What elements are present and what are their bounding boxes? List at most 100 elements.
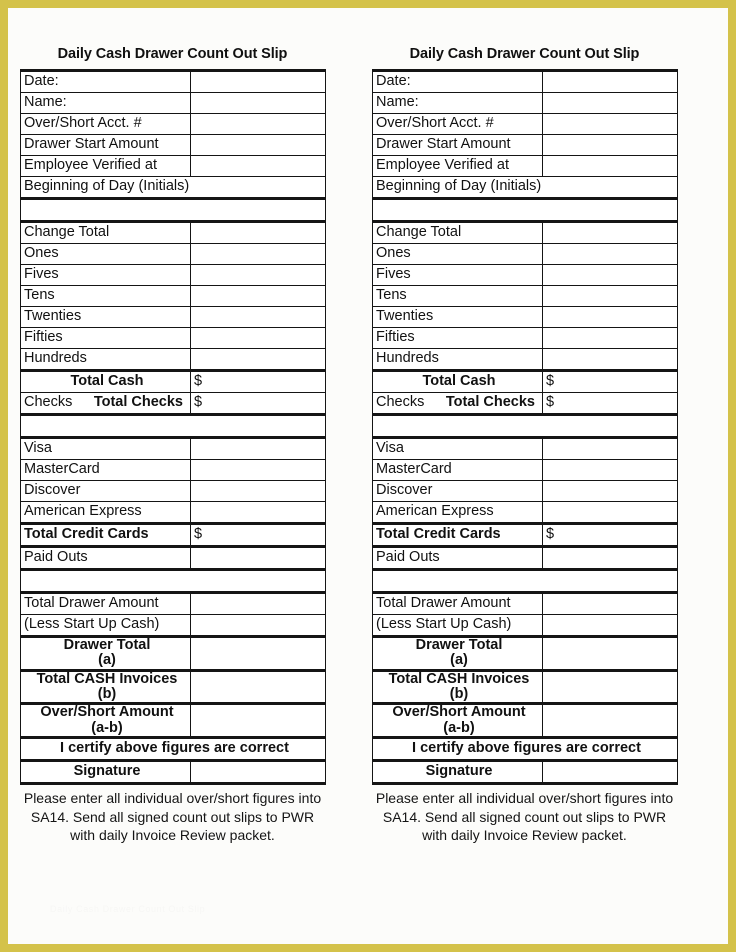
table-row: Drawer Start Amount: [20, 134, 326, 156]
row-label-signature: Signature: [20, 760, 191, 786]
row-value-drawer-start-amount[interactable]: [542, 134, 678, 156]
row-value-change-total[interactable]: [190, 221, 326, 244]
row-label-beginning-of-day-initials: Beginning of Day (Initials): [372, 176, 678, 200]
row-value-fives[interactable]: [542, 264, 678, 286]
row-label-total-drawer-amount: Total Drawer Amount: [20, 592, 191, 615]
row-value-employee-verified[interactable]: [542, 155, 678, 177]
table-row: MasterCard: [372, 459, 678, 481]
row-label-fives: Fives: [20, 264, 191, 286]
row-value-total-drawer-amount[interactable]: [190, 592, 326, 615]
row-label-drawer-total: Drawer Total (a): [372, 636, 543, 672]
row-label-hundreds: Hundreds: [372, 348, 543, 372]
row-value-american-express[interactable]: [190, 501, 326, 525]
row-value-total-credit-cards[interactable]: $: [190, 523, 326, 548]
row-value-hundreds[interactable]: [190, 348, 326, 372]
row-value-mastercard[interactable]: [190, 459, 326, 481]
row-label-over-short-acct: Over/Short Acct. #: [20, 113, 191, 135]
row-value-ones[interactable]: [190, 243, 326, 265]
row-label-visa: Visa: [20, 437, 191, 460]
row-value-paid-outs[interactable]: [542, 546, 678, 571]
row-value-date[interactable]: [190, 69, 326, 93]
row-value-drawer-total[interactable]: [190, 636, 326, 672]
row-value-total-cash-invoices[interactable]: [190, 669, 326, 706]
row-value-visa[interactable]: [542, 437, 678, 460]
row-value-total-checks[interactable]: $: [542, 392, 678, 416]
total-cash-invoices-line1: Total CASH Invoices: [36, 670, 178, 687]
row-value-signature[interactable]: [190, 760, 326, 786]
row-label-paid-outs: Paid Outs: [372, 546, 543, 571]
count-out-slip-left: Daily Cash Drawer Count Out Slip Date: N…: [20, 8, 326, 845]
row-label-date: Date:: [372, 69, 543, 93]
row-value-total-cash[interactable]: $: [190, 370, 326, 393]
row-value-name[interactable]: [190, 92, 326, 114]
row-value-drawer-total[interactable]: [542, 636, 678, 672]
row-value-total-drawer-amount[interactable]: [542, 592, 678, 615]
count-out-slip-right: Daily Cash Drawer Count Out Slip Date: N…: [372, 8, 678, 845]
row-label-total-cash-invoices: Total CASH Invoices (b): [372, 669, 543, 706]
slip-title-right: Daily Cash Drawer Count Out Slip: [409, 46, 640, 62]
table-row: Hundreds: [20, 348, 326, 372]
slip-title-left: Daily Cash Drawer Count Out Slip: [57, 46, 288, 62]
table-row: Fives: [20, 264, 326, 286]
table-row: Ones: [372, 243, 678, 265]
row-value-date[interactable]: [542, 69, 678, 93]
row-value-tens[interactable]: [542, 285, 678, 307]
row-label-less-start-up-cash: (Less Start Up Cash): [20, 614, 191, 638]
row-label-fifties: Fifties: [20, 327, 191, 349]
row-label-total-cash: Total Cash: [372, 370, 543, 393]
row-value-fifties[interactable]: [542, 327, 678, 349]
row-value-discover[interactable]: [190, 480, 326, 502]
row-label-discover: Discover: [20, 480, 191, 502]
table-row: MasterCard: [20, 459, 326, 481]
row-value-signature[interactable]: [542, 760, 678, 786]
row-value-less-start-up-cash[interactable]: [190, 614, 326, 638]
row-value-visa[interactable]: [190, 437, 326, 460]
row-label-drawer-total: Drawer Total (a): [20, 636, 191, 672]
row-value-hundreds[interactable]: [542, 348, 678, 372]
row-value-tens[interactable]: [190, 285, 326, 307]
certification-statement: I certify above figures are correct: [372, 737, 678, 763]
row-value-over-short-acct[interactable]: [542, 113, 678, 135]
row-label-employee-verified: Employee Verified at: [20, 155, 191, 177]
row-value-fives[interactable]: [190, 264, 326, 286]
checks-prefix-label: Checks: [24, 394, 73, 411]
table-row: Total CASH Invoices (b): [20, 669, 326, 706]
row-label-american-express: American Express: [20, 501, 191, 525]
row-value-fifties[interactable]: [190, 327, 326, 349]
row-label-signature: Signature: [372, 760, 543, 786]
row-label-total-credit-cards: Total Credit Cards: [20, 523, 191, 548]
total-checks-label: Total Checks: [93, 394, 183, 411]
row-value-american-express[interactable]: [542, 501, 678, 525]
table-row: Change Total: [20, 221, 326, 244]
row-value-paid-outs[interactable]: [190, 546, 326, 571]
row-value-total-checks[interactable]: $: [190, 392, 326, 416]
spacer-cell: [372, 569, 678, 594]
row-value-ones[interactable]: [542, 243, 678, 265]
row-value-employee-verified[interactable]: [190, 155, 326, 177]
row-value-name[interactable]: [542, 92, 678, 114]
row-value-twenties[interactable]: [190, 306, 326, 328]
row-label-american-express: American Express: [372, 501, 543, 525]
row-value-total-cash[interactable]: $: [542, 370, 678, 393]
spacer-row: [20, 414, 326, 439]
row-label-tens: Tens: [20, 285, 191, 307]
row-value-discover[interactable]: [542, 480, 678, 502]
row-value-less-start-up-cash[interactable]: [542, 614, 678, 638]
row-value-total-credit-cards[interactable]: $: [542, 523, 678, 548]
spacer-cell: [20, 414, 326, 439]
table-row: I certify above figures are correct: [20, 737, 326, 763]
table-row: Total Checks Checks $: [372, 392, 678, 416]
row-label-change-total: Change Total: [20, 221, 191, 244]
row-value-mastercard[interactable]: [542, 459, 678, 481]
row-value-change-total[interactable]: [542, 221, 678, 244]
row-value-over-short-acct[interactable]: [190, 113, 326, 135]
row-value-total-cash-invoices[interactable]: [542, 669, 678, 706]
row-label-total-checks: Total Checks Checks: [20, 392, 191, 416]
row-value-twenties[interactable]: [542, 306, 678, 328]
spacer-cell: [372, 414, 678, 439]
row-label-discover: Discover: [372, 480, 543, 502]
row-value-over-short-amount[interactable]: [190, 703, 326, 740]
table-row: Twenties: [20, 306, 326, 328]
row-value-over-short-amount[interactable]: [542, 703, 678, 740]
row-value-drawer-start-amount[interactable]: [190, 134, 326, 156]
